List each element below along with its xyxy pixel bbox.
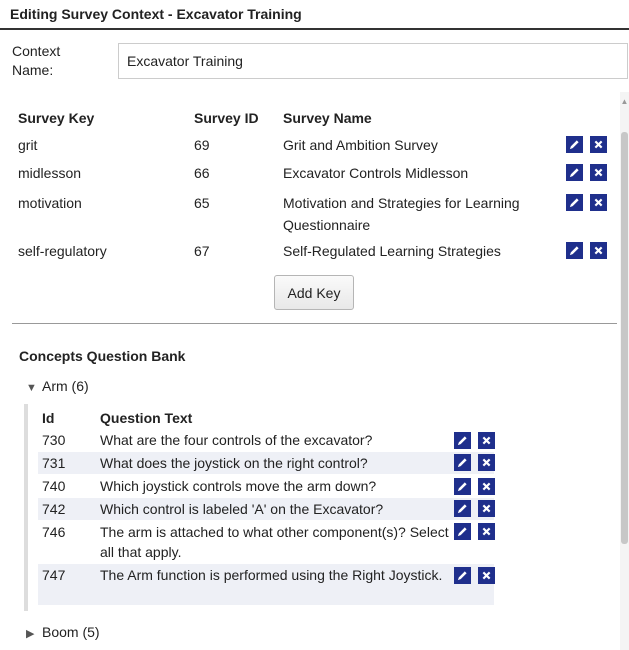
question-id: 731 <box>42 455 66 471</box>
question-row: 731 What does the joystick on the right … <box>38 452 495 474</box>
edit-survey-key-button[interactable] <box>566 164 583 181</box>
question-id: 740 <box>42 478 66 494</box>
scroll-up-arrow-icon[interactable]: ▲ <box>620 96 629 108</box>
survey-name: Grit and Ambition Survey <box>283 137 438 153</box>
survey-id: 69 <box>194 137 210 153</box>
survey-key: motivation <box>18 195 82 211</box>
question-row: 742 Which control is labeled 'A' on the … <box>38 498 495 520</box>
edit-survey-key-button[interactable] <box>566 136 583 153</box>
triangle-down-icon: ▼ <box>26 382 37 394</box>
context-name-label: Context Name: <box>12 43 61 78</box>
close-icon <box>594 246 603 255</box>
pencil-icon <box>457 571 467 581</box>
question-id: 730 <box>42 432 66 448</box>
pencil-icon <box>569 246 579 256</box>
close-icon <box>482 436 491 445</box>
section-divider <box>12 323 617 324</box>
survey-key: midlesson <box>18 165 82 181</box>
col-header-survey-id: Survey ID <box>194 110 259 126</box>
delete-survey-key-button[interactable] <box>590 242 607 259</box>
close-icon <box>594 198 603 207</box>
delete-question-button[interactable] <box>478 523 495 540</box>
close-icon <box>482 458 491 467</box>
edit-survey-key-button[interactable] <box>566 242 583 259</box>
close-icon <box>594 140 603 149</box>
question-text: The arm is attached to what other compon… <box>100 524 449 560</box>
page-title: Editing Survey Context - Excavator Train… <box>0 0 629 30</box>
question-bank-title: Concepts Question Bank <box>19 348 186 364</box>
context-name-row: Context Name: <box>0 40 629 84</box>
survey-key: self-regulatory <box>18 243 107 259</box>
survey-name: Self-Regulated Learning Strategies <box>283 243 501 259</box>
add-key-button[interactable]: Add Key <box>274 275 354 310</box>
pencil-icon <box>457 504 467 514</box>
pencil-icon <box>569 198 579 208</box>
col-header-question-id: Id <box>42 410 55 426</box>
delete-question-button[interactable] <box>478 432 495 449</box>
question-text: What does the joystick on the right cont… <box>100 455 368 471</box>
col-header-question-text: Question Text <box>100 410 193 426</box>
arm-questions-panel: Id Question Text 730 What are the four c… <box>24 404 495 611</box>
question-id: 746 <box>42 524 66 540</box>
edit-question-button[interactable] <box>454 567 471 584</box>
edit-question-button[interactable] <box>454 500 471 517</box>
triangle-right-icon: ▶ <box>26 628 35 640</box>
question-row: 740 Which joystick controls move the arm… <box>38 476 495 496</box>
delete-question-button[interactable] <box>478 478 495 495</box>
question-row: 746 The arm is attached to what other co… <box>38 522 495 564</box>
tree-node-label: Boom (5) <box>42 624 100 640</box>
question-row: 747 The Arm function is performed using … <box>38 564 495 605</box>
delete-survey-key-button[interactable] <box>590 194 607 211</box>
question-id: 742 <box>42 501 66 517</box>
delete-question-button[interactable] <box>478 454 495 471</box>
scrollbar-thumb[interactable] <box>621 132 628 544</box>
question-id: 747 <box>42 567 66 583</box>
edit-question-button[interactable] <box>454 478 471 495</box>
delete-survey-key-button[interactable] <box>590 136 607 153</box>
edit-question-button[interactable] <box>454 432 471 449</box>
survey-id: 65 <box>194 195 210 211</box>
pencil-icon <box>457 436 467 446</box>
col-header-survey-name: Survey Name <box>283 110 372 126</box>
survey-name: Motivation and Strategies for Learning Q… <box>283 195 520 233</box>
survey-id: 66 <box>194 165 210 181</box>
context-name-input[interactable] <box>118 43 628 79</box>
edit-question-button[interactable] <box>454 523 471 540</box>
survey-key: grit <box>18 137 38 153</box>
question-text: The Arm function is performed using the … <box>100 567 443 583</box>
question-text: Which control is labeled 'A' on the Exca… <box>100 501 384 517</box>
pencil-icon <box>457 527 467 537</box>
survey-name: Excavator Controls Midlesson <box>283 165 469 181</box>
close-icon <box>482 527 491 536</box>
delete-question-button[interactable] <box>478 567 495 584</box>
edit-survey-key-button[interactable] <box>566 194 583 211</box>
delete-survey-key-button[interactable] <box>590 164 607 181</box>
close-icon <box>594 168 603 177</box>
tree-node-arm[interactable]: ▼ Arm (6) <box>26 377 89 397</box>
close-icon <box>482 504 491 513</box>
edit-question-button[interactable] <box>454 454 471 471</box>
close-icon <box>482 482 491 491</box>
close-icon <box>482 571 491 580</box>
survey-id: 67 <box>194 243 210 259</box>
question-row: 730 What are the four controls of the ex… <box>38 430 495 450</box>
pencil-icon <box>569 168 579 178</box>
pencil-icon <box>457 482 467 492</box>
pencil-icon <box>457 458 467 468</box>
question-text: Which joystick controls move the arm dow… <box>100 478 377 494</box>
tree-node-boom[interactable]: ▶ Boom (5) <box>26 623 100 643</box>
pencil-icon <box>569 140 579 150</box>
col-header-survey-key: Survey Key <box>18 110 95 126</box>
tree-node-label: Arm (6) <box>42 378 89 394</box>
question-text: What are the four controls of the excava… <box>100 432 373 448</box>
delete-question-button[interactable] <box>478 500 495 517</box>
